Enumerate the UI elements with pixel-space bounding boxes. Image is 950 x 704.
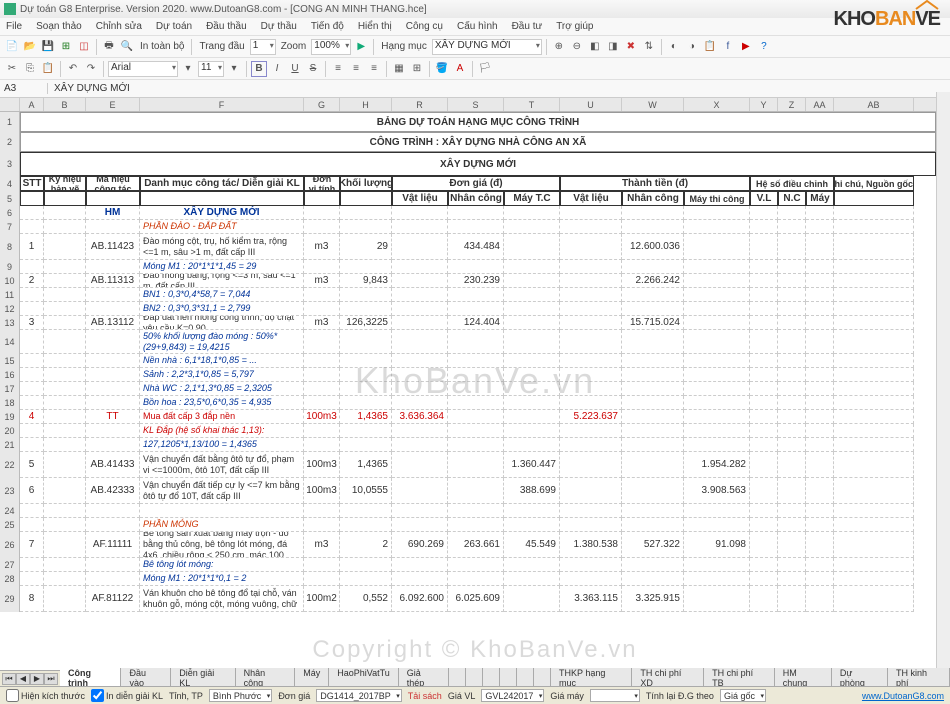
play-icon[interactable]: ▶ <box>353 39 369 55</box>
preview-icon[interactable]: 🔍 <box>119 39 135 55</box>
title-bar: Dự toán G8 Enterprise. Version 2020. www… <box>0 0 950 18</box>
bold-icon[interactable]: B <box>251 61 267 77</box>
size-combo[interactable]: 11 <box>198 61 224 77</box>
recalc-label: Tính lại Đ.G theo <box>646 691 714 701</box>
tab-nav-next[interactable]: ▶ <box>30 673 44 685</box>
toolbar-1: 📄 📂 💾 ⊞ ◫ 🖶 🔍 In toàn bộ Trang đầu 1 Zoo… <box>0 36 950 58</box>
tab-nav-first[interactable]: ⏮ <box>2 673 16 685</box>
merge-icon[interactable]: ⊞ <box>409 61 425 77</box>
tool-icon-9[interactable]: 📋 <box>702 39 718 55</box>
new-icon[interactable]: 📄 <box>4 39 20 55</box>
excel-icon[interactable]: ⊞ <box>58 39 74 55</box>
website-link[interactable]: www.DutoanG8.com <box>862 691 944 701</box>
redo-icon[interactable]: ↷ <box>83 61 99 77</box>
align-center-icon[interactable]: ≡ <box>348 61 364 77</box>
unitprice-combo[interactable]: DG1414_2017BP <box>316 689 402 702</box>
tool-icon-5[interactable]: ✖ <box>623 39 639 55</box>
help-icon[interactable]: ? <box>756 39 772 55</box>
border-icon[interactable]: ▦ <box>391 61 407 77</box>
column-headers[interactable]: ABEFGHRSTUWXYZAAAB <box>0 98 950 112</box>
download-label[interactable]: Tải sách <box>408 691 442 701</box>
fillcolor-icon[interactable]: 🪣 <box>434 61 450 77</box>
pricevl-label: Giá VL <box>448 691 476 701</box>
paste-icon[interactable]: 📋 <box>40 61 56 77</box>
strike-icon[interactable]: S <box>305 61 321 77</box>
page-combo[interactable]: 1 <box>250 39 276 55</box>
menu-help[interactable]: Trợ giúp <box>556 21 593 32</box>
menu-dutoan[interactable]: Dự toán <box>156 21 192 32</box>
recalc-combo[interactable]: Giá gốc <box>720 689 766 702</box>
fontcolor-icon[interactable]: A <box>452 61 468 77</box>
spreadsheet-grid[interactable]: ABEFGHRSTUWXYZAAAB 1BẢNG DỰ TOÁN HẠNG MỤ… <box>0 98 950 684</box>
pricevl-combo[interactable]: GVL242017 <box>481 689 544 702</box>
formula-input[interactable]: XÂY DỰNG MỚI <box>48 83 136 94</box>
size-down-icon[interactable]: ▾ <box>226 61 242 77</box>
brand-logo: KHOBANVE <box>834 8 940 31</box>
menu-invest[interactable]: Đầu tư <box>512 21 543 32</box>
facebook-icon[interactable]: f <box>720 39 736 55</box>
page-label: Trang đầu <box>196 41 247 52</box>
print-icon[interactable]: 🖶 <box>101 39 117 55</box>
machineprice-label: Giá máy <box>550 691 584 701</box>
cell-reference[interactable]: A3 <box>0 83 48 94</box>
app-icon <box>4 3 16 15</box>
align-left-icon[interactable]: ≡ <box>330 61 346 77</box>
province-label: Tỉnh, TP <box>169 691 203 701</box>
menu-tools[interactable]: Công cụ <box>406 21 443 32</box>
menu-bar[interactable]: File Soạn thảo Chỉnh sửa Dự toán Đầu thầ… <box>0 18 950 36</box>
tab-nav-prev[interactable]: ◀ <box>16 673 30 685</box>
italic-icon[interactable]: I <box>269 61 285 77</box>
youtube-icon[interactable]: ▶ <box>738 39 754 55</box>
menu-duthau[interactable]: Dự thầu <box>261 21 297 32</box>
menu-file[interactable]: File <box>6 21 22 32</box>
tool-icon-3[interactable]: ◧ <box>587 39 603 55</box>
machineprice-combo[interactable] <box>590 689 640 702</box>
align-right-icon[interactable]: ≡ <box>366 61 382 77</box>
show-dims-checkbox[interactable]: Hiện kích thước <box>6 689 85 702</box>
zoom-label: Zoom <box>278 41 310 52</box>
unitprice-label: Đơn giá <box>278 691 310 701</box>
tool-icon-1[interactable]: ⊕ <box>551 39 567 55</box>
font-combo[interactable]: Arial <box>108 61 178 77</box>
pdf-icon[interactable]: ◫ <box>76 39 92 55</box>
tab-nav-last[interactable]: ⏭ <box>44 673 58 685</box>
open-icon[interactable]: 📂 <box>22 39 38 55</box>
print-details-checkbox[interactable]: In diễn giải KL <box>91 689 163 702</box>
province-combo[interactable]: Bình Phước <box>209 689 272 702</box>
tool-icon-2[interactable]: ⊖ <box>569 39 585 55</box>
tool-icon-4[interactable]: ◨ <box>605 39 621 55</box>
section-combo[interactable]: XÂY DỰNG MỚI <box>432 39 542 55</box>
cut-icon[interactable]: ✂ <box>4 61 20 77</box>
vertical-scrollbar[interactable] <box>936 92 950 670</box>
underline-icon[interactable]: U <box>287 61 303 77</box>
font-down-icon[interactable]: ▾ <box>180 61 196 77</box>
toolbar-2: ✂ ⎘ 📋 ↶ ↷ Arial ▾ 11 ▾ B I U S ≡ ≡ ≡ ▦ ⊞… <box>0 58 950 80</box>
window-title: Dự toán G8 Enterprise. Version 2020. www… <box>20 4 427 15</box>
formula-bar: A3 XÂY DỰNG MỚI <box>0 80 950 98</box>
menu-edit[interactable]: Soạn thảo <box>36 21 82 32</box>
save-icon[interactable]: 💾 <box>40 39 56 55</box>
sheet-tabs[interactable]: ⏮ ◀ ▶ ⏭ Công trìnhĐầu vàoDiễn giải KLNhâ… <box>0 670 950 686</box>
flag-icon[interactable]: 🏳 <box>477 61 493 77</box>
menu-dauthau[interactable]: Đầu thầu <box>206 21 247 32</box>
tool-icon-6[interactable]: ⇅ <box>641 39 657 55</box>
tool-icon-7[interactable]: ◐ <box>666 39 682 55</box>
status-bar: Hiện kích thước In diễn giải KL Tỉnh, TP… <box>0 686 950 704</box>
menu-modify[interactable]: Chỉnh sửa <box>96 21 142 32</box>
menu-view[interactable]: Hiển thị <box>358 21 392 32</box>
undo-icon[interactable]: ↶ <box>65 61 81 77</box>
copy-icon[interactable]: ⎘ <box>22 61 38 77</box>
menu-tiendo[interactable]: Tiến độ <box>311 21 344 32</box>
menu-config[interactable]: Cấu hình <box>457 21 498 32</box>
zoom-combo[interactable]: 100% <box>311 39 351 55</box>
tool-icon-8[interactable]: ◑ <box>684 39 700 55</box>
section-label: Hạng mục <box>378 41 430 52</box>
print-all-button[interactable]: In toàn bộ <box>137 41 187 52</box>
